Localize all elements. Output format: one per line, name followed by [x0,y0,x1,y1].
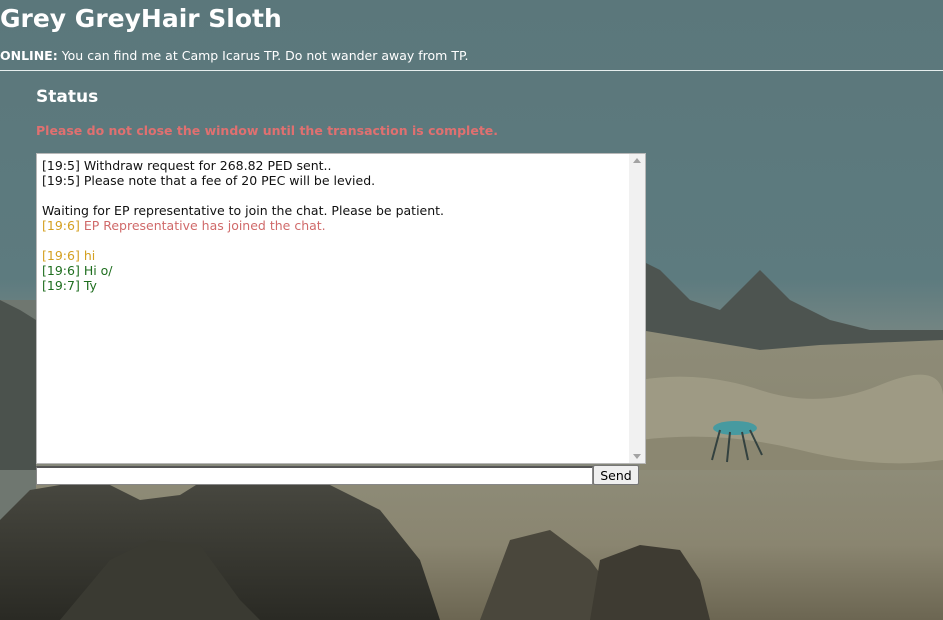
message-timestamp: [19:6] [42,218,80,233]
scroll-down-arrow-icon[interactable] [633,454,641,459]
chat-log[interactable]: [19:5] Withdraw request for 268.82 PED s… [36,153,646,464]
chat-scrollbar[interactable] [629,154,645,463]
chat-message: [19:5] Withdraw request for 268.82 PED s… [42,158,627,173]
chat-message-rep-joined: [19:6] EP Representative has joined the … [42,218,627,233]
online-status-text: You can find me at Camp Icarus TP. Do no… [61,48,469,63]
page-title: Grey GreyHair Sloth [0,4,282,33]
online-status-label: ONLINE: [0,48,58,63]
message-timestamp: [19:6] [42,263,80,278]
chat-message: [19:5] Please note that a fee of 20 PEC … [42,173,627,188]
message-text: EP Representative has joined the chat. [83,218,326,233]
chat-message: Waiting for EP representative to join th… [42,203,627,218]
message-text: Ty [83,278,97,293]
status-heading: Status [36,87,99,107]
transaction-warning: Please do not close the window until the… [36,123,499,138]
chat-messages: [19:5] Withdraw request for 268.82 PED s… [42,158,627,463]
message-timestamp: [19:5] [42,173,80,188]
online-status: ONLINE: You can find me at Camp Icarus T… [0,48,469,63]
chat-message-agent: [19:7] Ty [42,278,627,293]
message-text: Withdraw request for 268.82 PED sent.. [83,158,332,173]
message-timestamp: [19:5] [42,158,80,173]
message-timestamp: [19:6] [42,248,80,263]
message-text: Waiting for EP representative to join th… [42,203,445,218]
message-text: Hi o/ [83,263,113,278]
message-text: hi [83,248,96,263]
message-input[interactable] [36,466,593,485]
scroll-up-arrow-icon[interactable] [633,158,641,163]
chat-message-user: [19:6] hi [42,248,627,263]
message-timestamp: [19:7] [42,278,80,293]
header-divider [0,70,943,71]
send-button[interactable]: Send [593,465,639,485]
page-header: Grey GreyHair Sloth ONLINE: You can find… [0,0,943,70]
chat-message-agent: [19:6] Hi o/ [42,263,627,278]
message-text: Please note that a fee of 20 PEC will be… [83,173,376,188]
